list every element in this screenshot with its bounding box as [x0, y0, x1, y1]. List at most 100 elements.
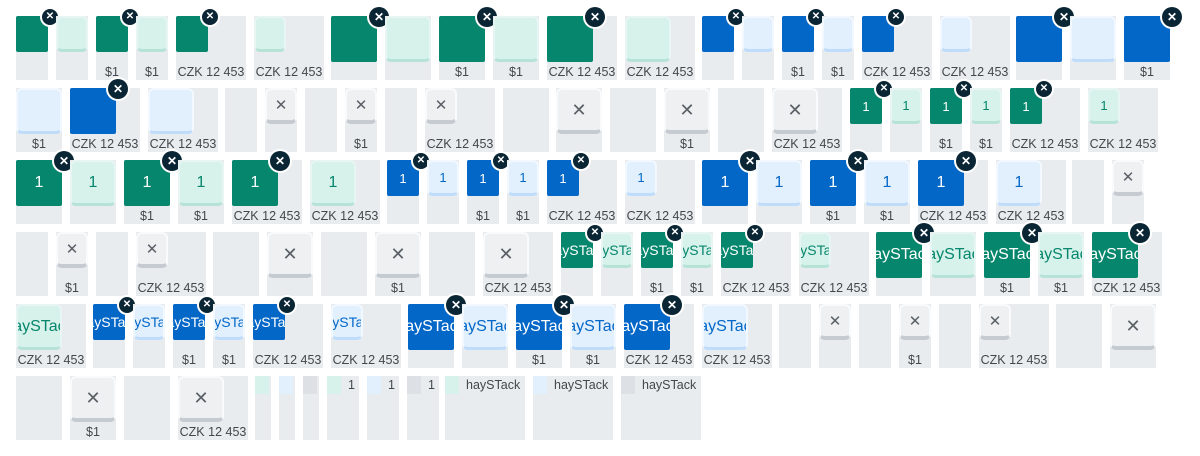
tag-chip	[1070, 16, 1116, 62]
tag-chip: 1	[1088, 88, 1120, 124]
tag-cell: haySTack✕$1	[516, 293, 576, 368]
dismiss-button[interactable]: ✕	[772, 88, 818, 134]
swatch-label: haySTack	[642, 378, 697, 392]
remove-icon: ✕	[955, 150, 977, 172]
tag-cell: 1 CZK 12 453	[625, 160, 695, 224]
tag-caption: CZK 12 453	[1011, 137, 1079, 151]
remove-tag-button[interactable]: ✕	[277, 295, 297, 315]
dismiss-button[interactable]: ✕	[178, 376, 224, 422]
tag-cell: ✕	[1112, 160, 1144, 224]
tag-cell: CZK 12 453	[148, 88, 218, 152]
tag-cell: CZK 12 453	[254, 16, 324, 80]
tag-cell: ✕	[331, 5, 391, 80]
close-icon: ✕	[193, 388, 209, 408]
tag-caption: CZK 12 453	[773, 137, 841, 151]
tag-cell	[779, 304, 811, 368]
tag-caption: CZK 12 453	[179, 425, 247, 439]
tag-caption: CZK 12 453	[426, 137, 494, 151]
remove-tag-button[interactable]: ✕	[583, 5, 607, 29]
tag-chip: 1	[864, 160, 910, 206]
tag-caption: CZK 12 453	[332, 353, 400, 367]
dismiss-button[interactable]: ✕	[70, 376, 116, 422]
tag-label: 1	[399, 170, 407, 186]
tag-chip: 1	[427, 160, 459, 196]
tag-cell: haySTack ✕ CZK 12 453	[1092, 221, 1162, 296]
tag-label: haySTack	[1092, 246, 1138, 263]
tag-caption: $1	[680, 137, 694, 151]
swatch-label: 1	[428, 378, 435, 392]
dismiss-button[interactable]: ✕	[979, 304, 1011, 340]
remove-tag-button[interactable]: ✕	[268, 149, 292, 173]
tag-caption: $1	[1000, 281, 1014, 295]
tag-cell: ✕	[1110, 304, 1156, 368]
dismiss-button[interactable]: ✕	[375, 232, 421, 278]
remove-tag-button[interactable]: ✕	[745, 223, 765, 243]
tag-caption: CZK 12 453	[722, 281, 790, 295]
dismiss-button[interactable]: ✕	[265, 88, 297, 124]
tag-chip: 1	[996, 160, 1042, 206]
dismiss-button[interactable]: ✕	[56, 232, 88, 268]
remove-tag-button[interactable]: ✕	[1128, 221, 1152, 245]
close-icon: ✕	[85, 388, 101, 408]
color-swatch	[279, 376, 293, 394]
dismiss-button[interactable]: ✕	[483, 232, 529, 278]
tag-label: 1	[439, 170, 447, 185]
dismiss-button[interactable]: ✕	[1112, 160, 1144, 196]
color-swatch	[445, 376, 459, 394]
dismiss-button[interactable]: ✕	[345, 88, 377, 124]
dismiss-button[interactable]: ✕	[1110, 304, 1156, 350]
tag-chip: 1	[70, 160, 116, 206]
tag-caption: $1	[1140, 65, 1154, 79]
tag-cell: haySTack CZK 12 453	[16, 304, 86, 368]
tag-cell	[56, 16, 88, 80]
tag-label: haySTack	[984, 246, 1030, 263]
tag-cell	[96, 232, 128, 296]
remove-icon: ✕	[1161, 6, 1183, 28]
remove-tag-button[interactable]: ✕	[200, 7, 220, 27]
dismiss-button[interactable]: ✕	[664, 88, 710, 134]
tag-chip: haySTack	[462, 304, 508, 350]
tag-cell: haySTack✕	[408, 293, 468, 368]
tag-label: 1	[196, 173, 206, 191]
dismiss-button[interactable]: ✕	[556, 88, 602, 134]
tag-label: haySTack	[1040, 245, 1082, 263]
tag-label: haySTack	[516, 318, 562, 335]
tag-cell: ✕	[819, 304, 851, 368]
tag-label: 1	[34, 174, 44, 191]
dismiss-button[interactable]: ✕	[899, 304, 931, 340]
tag-cell: ✕ $1	[345, 88, 377, 152]
tag-chip: 1	[507, 160, 539, 196]
tag-cell: ✕ CZK 12 453	[483, 232, 553, 296]
tag-cell: haySTack CZK 12 453	[702, 304, 772, 368]
tag-caption: CZK 12 453	[548, 209, 616, 223]
tag-label: 1	[828, 174, 838, 191]
tag-chip: haySTack	[213, 304, 245, 340]
tag-chip: haySTack	[331, 304, 363, 340]
tag-caption: CZK 12 453	[980, 353, 1048, 367]
tag-cell	[742, 16, 774, 80]
tag-cell: haySTack $1	[1038, 232, 1084, 296]
remove-tag-button[interactable]: ✕	[1160, 5, 1184, 29]
tag-cell: ✕ CZK 12 453	[70, 77, 140, 152]
tag-label: 1	[1014, 173, 1024, 191]
remove-tag-button[interactable]: ✕	[571, 151, 591, 171]
tag-cell: ✕	[556, 88, 602, 152]
tag-cell: 1 ✕	[702, 149, 762, 224]
dismiss-button[interactable]: ✕	[819, 304, 851, 340]
remove-tag-button[interactable]: ✕	[106, 77, 130, 101]
dismiss-button[interactable]: ✕	[136, 232, 168, 268]
remove-tag-button[interactable]: ✕	[660, 293, 684, 317]
tag-cell	[859, 304, 891, 368]
tag-cell: haySTack✕	[561, 223, 605, 296]
tag-label: haySTack	[624, 318, 670, 335]
tag-label: 1	[328, 173, 338, 191]
remove-tag-button[interactable]: ✕	[886, 7, 906, 27]
remove-tag-button[interactable]: ✕	[1034, 79, 1054, 99]
dismiss-button[interactable]: ✕	[425, 88, 457, 124]
remove-tag-button[interactable]: ✕	[954, 149, 978, 173]
tag-cell: ✕ CZK 12 453	[425, 88, 495, 152]
tag-cell: 1	[890, 88, 922, 152]
tag-cell: 1 CZK 12 453	[996, 160, 1066, 224]
tag-cell	[225, 88, 257, 152]
dismiss-button[interactable]: ✕	[267, 232, 313, 278]
